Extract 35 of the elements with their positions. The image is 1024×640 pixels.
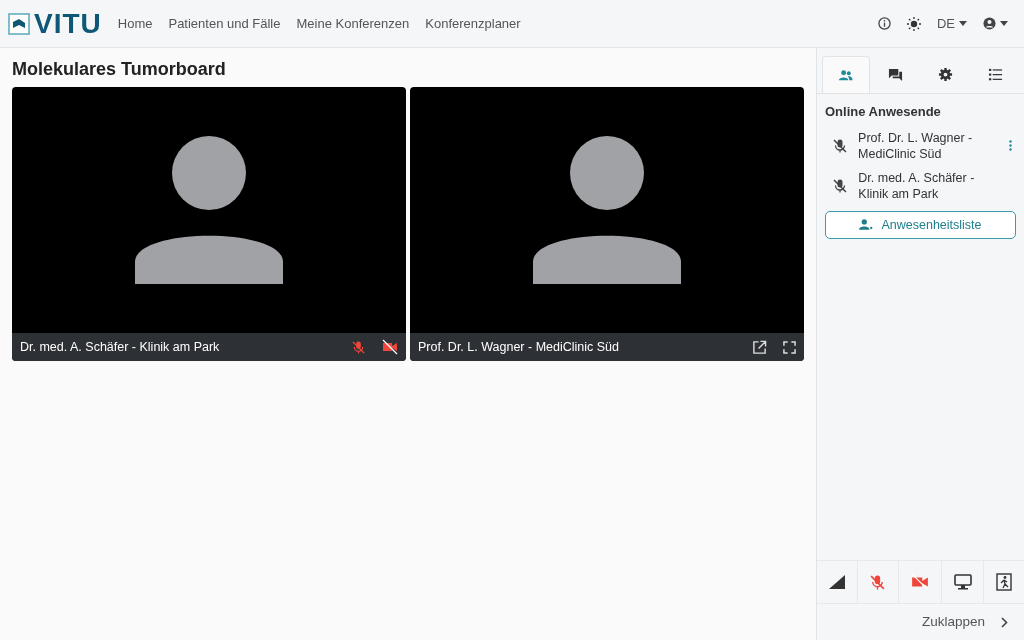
mic-muted-icon[interactable]: [869, 573, 887, 591]
person-icon: [859, 218, 874, 232]
nav-link-item[interactable]: Home: [117, 13, 153, 34]
participant-name: Dr. med. A. Schäfer - Klinik am Park: [20, 338, 220, 356]
participant-name: Dr. med. A. Schäfer - Klinik am Park: [857, 170, 976, 203]
caret-icon[interactable]: [959, 21, 967, 26]
language-dropdown[interactable]: DE: [936, 13, 967, 34]
popout-icon[interactable]: [752, 339, 767, 355]
nav-link-item[interactable]: Meine Konferenzen: [296, 13, 410, 34]
mic-muted-icon[interactable]: [351, 339, 366, 355]
section-heading: Online Anwesende: [825, 103, 942, 121]
signal-icon: [828, 575, 845, 589]
settings-icon: [937, 67, 953, 82]
participant-name: Prof. Dr. L. Wagner - MediClinic Süd: [418, 338, 619, 356]
sun-icon[interactable]: [906, 16, 921, 31]
camera-off-icon[interactable]: [382, 339, 398, 355]
chat-icon: [888, 67, 904, 82]
info-icon[interactable]: [877, 17, 891, 30]
page-title: Molekulares Tumorboard: [11, 58, 227, 81]
monitor-icon[interactable]: [953, 574, 972, 590]
logo[interactable]: VITU: [34, 9, 102, 38]
nav-link-item[interactable]: Patienten und Fälle: [168, 13, 281, 34]
collapse-link[interactable]: Zuklappen: [921, 611, 985, 633]
people-icon: [838, 67, 854, 83]
list-icon: [987, 67, 1003, 82]
user-icon[interactable]: [983, 17, 996, 30]
caret-icon[interactable]: [1000, 21, 1008, 26]
participant-name: Prof. Dr. L. Wagner - MediClinic Süd: [857, 129, 974, 162]
exit-door-icon[interactable]: [996, 573, 1013, 591]
chevron-right-icon[interactable]: [1001, 616, 1008, 628]
attendance-list-button[interactable]: Anwesenheitsliste: [825, 210, 1016, 240]
more-options-icon[interactable]: [1008, 140, 1012, 152]
fullscreen-icon[interactable]: [783, 340, 796, 354]
nav-link-item[interactable]: Konferenzplaner: [425, 13, 521, 34]
logo-icon: [8, 12, 30, 35]
